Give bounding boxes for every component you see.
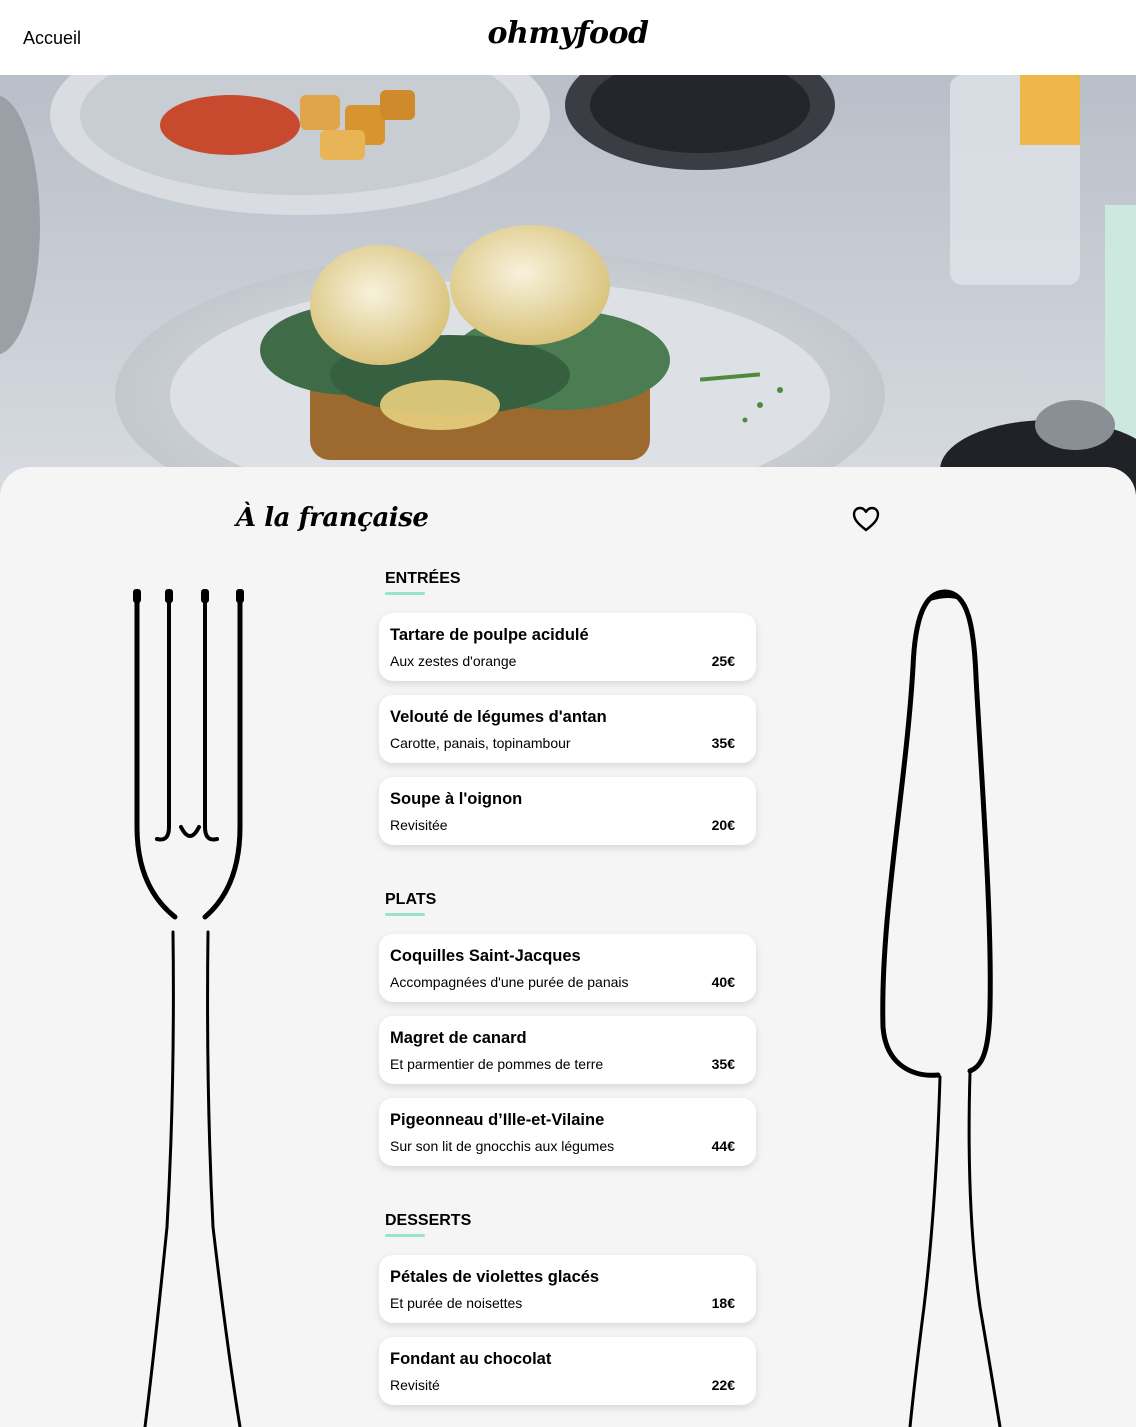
dish-card[interactable]: Pétales de violettes glacés Et purée de … (379, 1255, 756, 1323)
dish-price: 22€ (711, 1377, 735, 1393)
restaurant-title: À la française (236, 503, 429, 533)
dish-card[interactable]: Magret de canard Et parmentier de pommes… (379, 1016, 756, 1084)
restaurant-panel: À la française ENTRÉES Tartare de poulpe… (0, 467, 1136, 1427)
dish-price: 44€ (711, 1138, 735, 1154)
dish-card[interactable]: Fondant au chocolat Revisité 22€ (379, 1337, 756, 1405)
dish-price: 25€ (711, 653, 735, 669)
dish-price: 40€ (711, 974, 735, 990)
section-title: PLATS (385, 891, 437, 908)
dish-name: Coquilles Saint-Jacques (390, 947, 581, 965)
dish-name: Fondant au chocolat (390, 1350, 552, 1368)
dish-price: 35€ (711, 1056, 735, 1072)
dish-card[interactable]: Pigeonneau d’Ille-et-Vilaine Sur son lit… (379, 1098, 756, 1166)
dish-card[interactable]: Coquilles Saint-Jacques Accompagnées d'u… (379, 934, 756, 1002)
hero-image (0, 75, 1136, 495)
dish-description: Accompagnées d'une purée de panais (390, 974, 629, 990)
fork-icon (133, 589, 244, 1427)
section-underline (385, 592, 425, 595)
dish-card[interactable]: Tartare de poulpe acidulé Aux zestes d'o… (379, 613, 756, 681)
dish-name: Velouté de légumes d'antan (390, 708, 607, 726)
dish-description: Sur son lit de gnocchis aux légumes (390, 1138, 615, 1154)
dish-price: 35€ (711, 735, 735, 751)
knife-icon (880, 589, 1002, 1427)
dish-card[interactable]: Soupe à l'oignon Revisitée 20€ (379, 777, 756, 845)
dish-name: Tartare de poulpe acidulé (390, 626, 589, 644)
dish-price: 20€ (711, 817, 735, 833)
section-title: DESSERTS (385, 1212, 472, 1229)
site-logo[interactable]: ohmyfood (0, 16, 1136, 51)
dish-description: Et parmentier de pommes de terre (390, 1056, 604, 1072)
dish-card[interactable]: Velouté de légumes d'antan Carotte, pana… (379, 695, 756, 763)
dish-description: Revisitée (390, 817, 448, 833)
dish-description: Carotte, panais, topinambour (390, 735, 571, 751)
dish-name: Pigeonneau d’Ille-et-Vilaine (390, 1111, 605, 1129)
dish-name: Soupe à l'oignon (390, 790, 523, 808)
section-underline (385, 913, 425, 916)
dish-description: Revisité (390, 1377, 440, 1393)
dish-description: Et purée de noisettes (390, 1295, 523, 1311)
site-header: Accueil ohmyfood (0, 0, 1136, 75)
dish-price: 18€ (711, 1295, 735, 1311)
section-title: ENTRÉES (385, 570, 461, 587)
dish-name: Magret de canard (390, 1029, 527, 1047)
dish-name: Pétales de violettes glacés (390, 1268, 600, 1286)
section-underline (385, 1234, 425, 1237)
dish-description: Aux zestes d'orange (390, 653, 517, 669)
heart-outline-icon[interactable] (851, 505, 881, 533)
